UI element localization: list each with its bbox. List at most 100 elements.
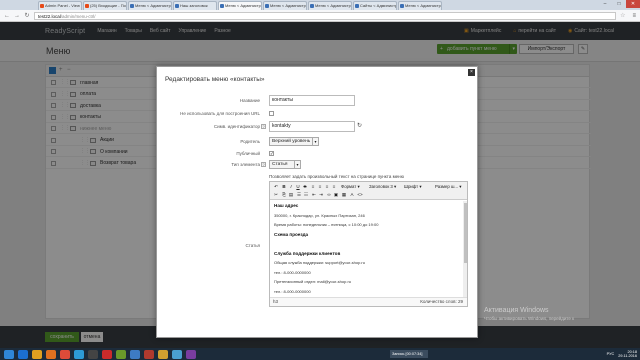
browser-tab[interactable]: Меню < Административная п... [308,1,352,10]
close-window-button[interactable]: ✕ [626,0,640,8]
font-dropdown[interactable]: Шрифт ▾ [404,184,422,190]
tab-favicon-icon [400,4,404,8]
browser-menu-icon[interactable]: ≡ [632,13,636,19]
editor-paragraph: Служба поддержки клиентов [274,250,341,256]
name-input[interactable]: контакты [269,95,355,106]
font-size-dropdown[interactable]: Размер ш... ▾ [435,184,461,190]
maximize-button[interactable]: □ [612,0,626,8]
url-input[interactable]: test22.local/admin/menu-ctrl/ [34,11,617,20]
editor-scrollbar[interactable] [463,201,467,298]
editor-paragraph: Общая служба поддержки: support@your-sho… [274,260,365,265]
font-size-dropdown-label: Размер ш... [435,184,458,189]
editor-paragraph: 350000, г. Краснодар, ул. Красных Партиз… [274,212,365,218]
browser-tab[interactable]: Сайты < Административная п... [353,1,397,10]
cut-icon[interactable]: ✂ [273,192,279,198]
clock[interactable]: 20:18 29.11.2016 [618,350,637,359]
element-path[interactable]: h3 [273,298,278,306]
back-arrow-icon[interactable]: ← [4,13,10,19]
explorer-icon[interactable] [32,349,42,359]
browser-tab[interactable]: Admin Panel - View Ticket [38,1,82,10]
table-icon[interactable]: ▦ [341,192,347,198]
bold-button[interactable]: B [281,184,287,190]
alias-input[interactable]: kontakty [269,121,355,132]
url-host: test22.local [38,13,61,19]
clock-time: 20:18 [627,349,637,354]
app-purple-icon[interactable] [186,349,196,359]
type-select[interactable]: Статья ▾ [269,160,301,169]
app-icon[interactable] [88,349,98,359]
image-icon[interactable]: ▣ [333,192,339,198]
editor-paragraph [274,241,463,246]
align-center-icon[interactable]: ≡ [317,184,323,190]
app-lightblue-icon[interactable] [172,349,182,359]
help-icon[interactable]: ? [261,162,266,167]
browser-tab[interactable]: Наш заголовок [173,1,217,10]
article-label: Статья [245,243,260,248]
chrome-icon[interactable] [60,349,70,359]
align-left-icon[interactable]: ≡ [310,184,316,190]
chevron-down-icon: ▾ [294,161,300,168]
browser-tab[interactable]: (25) Входящие - Почта М... [83,1,127,10]
no-url-checkbox[interactable] [269,111,274,116]
editor-paragraph: Время работы: понедельник – пятница, с 1… [274,222,379,227]
parent-select[interactable]: Верхний уровень ▾ [269,137,319,146]
tab-favicon-icon [310,4,314,8]
link-icon[interactable]: ∞ [326,192,332,198]
italic-button[interactable]: I [288,184,294,190]
browser-tab[interactable]: Меню < Административная п... [128,1,172,10]
outdent-icon[interactable]: ⇤ [311,192,317,198]
paste-icon[interactable]: ▤ [288,192,294,198]
tab-label: Наш заголовок [180,3,208,8]
tab-label: Меню < Административная п... [405,3,441,8]
align-justify-icon[interactable]: ≡ [331,184,337,190]
editor-paragraph: Претензионный отдел: mail@your-shop.ru [274,279,352,284]
indent-icon[interactable]: ⇥ [318,192,324,198]
browser-tab[interactable]: Меню < Административная п... [398,1,442,10]
tab-favicon-icon [175,4,179,8]
format-dropdown[interactable]: Формат ▾ [341,184,360,190]
browser-tab[interactable]: Меню < Административная п... [218,1,262,10]
regenerate-icon[interactable]: ↻ [357,122,362,129]
app-green-icon[interactable] [116,349,126,359]
editor-scroll-thumb[interactable] [463,203,467,263]
underline-button[interactable]: U [295,184,301,190]
tab-label: Admin Panel - View Ticket [45,3,81,8]
language-indicator[interactable]: РУС [607,352,615,356]
tab-label: Меню < Административная п... [135,3,171,8]
reload-icon[interactable]: ↻ [24,12,30,19]
no-url-label: Не использовать для построения URL [180,111,260,116]
undo-icon[interactable]: ↶ [273,184,279,190]
strikethrough-button[interactable]: S [302,184,308,190]
app-yellow-icon[interactable] [158,349,168,359]
editor-paragraph: Схема проезда [274,231,309,237]
browser-tab[interactable]: Меню < Административная п... [263,1,307,10]
app-red-icon[interactable] [144,349,154,359]
bullet-list-icon[interactable]: ☰ [296,192,302,198]
numbered-list-icon[interactable]: ☷ [303,192,309,198]
recording-task[interactable]: Запись [00:07:34] [390,350,428,358]
start-icon[interactable] [4,349,14,359]
tab-favicon-icon [130,4,134,8]
app-blue-icon[interactable] [130,349,140,359]
close-icon[interactable]: × [468,69,475,76]
code-icon[interactable]: <> [357,192,363,198]
minimize-button[interactable]: – [598,0,612,8]
text-color-icon[interactable]: A [349,192,355,198]
public-label: Публичный [236,151,260,156]
font-dropdown-label: Шрифт [404,184,419,189]
public-checkbox[interactable]: ✓ [269,151,274,156]
type-hint: Позволяет задать произвольный текст на с… [269,174,405,179]
help-icon[interactable]: ? [261,124,266,129]
bookmark-star-icon[interactable]: ☆ [620,12,625,19]
forward-arrow-icon[interactable]: → [14,13,20,19]
editor-content[interactable]: Наш адрес 350000, г. Краснодар, ул. Красн… [270,201,467,298]
opera-icon[interactable] [102,349,112,359]
system-tray: РУС 20:18 29.11.2016 [607,348,637,360]
tab-favicon-icon [85,4,89,8]
heading-dropdown[interactable]: Заголовок 3 ▾ [369,184,396,190]
align-right-icon[interactable]: ≡ [324,184,330,190]
ie-icon[interactable] [18,349,28,359]
firefox-icon[interactable] [46,349,56,359]
copy-icon[interactable]: ⎘ [281,192,287,198]
skype-icon[interactable] [74,349,84,359]
